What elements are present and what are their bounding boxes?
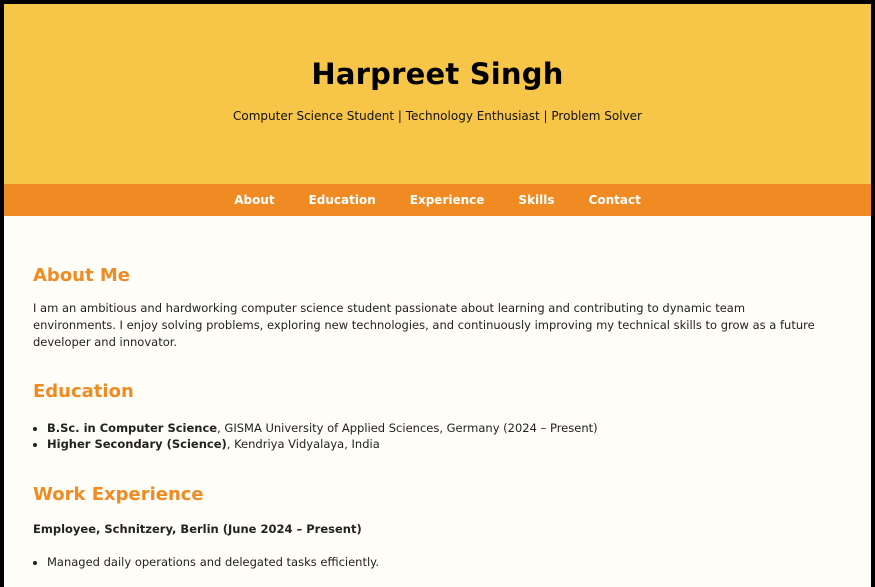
education-heading: Education [33, 381, 134, 402]
main-content: About Me I am an ambitious and hardworki… [4, 216, 871, 570]
task-item: Managed daily operations and delegated t… [47, 554, 842, 570]
about-section: About Me I am an ambitious and hardworki… [33, 216, 842, 351]
experience-section: Work Experience Employee, Schnitzery, Be… [33, 484, 842, 570]
about-heading: About Me [33, 265, 130, 286]
education-list: B.Sc. in Computer Science, GISMA Univers… [33, 420, 842, 452]
education-section: Education B.Sc. in Computer Science, GIS… [33, 381, 842, 452]
education-item: Higher Secondary (Science), Kendriya Vid… [47, 436, 842, 452]
nav-link-education[interactable]: Education [309, 193, 376, 207]
education-degree: Higher Secondary (Science) [47, 437, 227, 451]
nav-link-experience[interactable]: Experience [410, 193, 485, 207]
main-nav: About Education Experience Skills Contac… [4, 184, 871, 216]
education-detail: , Kendriya Vidyalaya, India [226, 437, 380, 451]
page-title: Harpreet Singh [311, 57, 564, 91]
tagline: Computer Science Student | Technology En… [232, 109, 642, 123]
browser-viewport: Harpreet Singh Computer Science Student … [4, 4, 871, 587]
about-text: I am an ambitious and hardworking comput… [33, 301, 815, 349]
education-degree: B.Sc. in Computer Science [47, 421, 218, 435]
experience-heading: Work Experience [33, 484, 204, 505]
nav-link-skills[interactable]: Skills [518, 193, 554, 207]
education-detail: , GISMA University of Applied Sciences, … [217, 421, 598, 435]
hero-header: Harpreet Singh Computer Science Student … [4, 4, 871, 184]
nav-link-about[interactable]: About [234, 193, 274, 207]
education-item: B.Sc. in Computer Science, GISMA Univers… [47, 420, 842, 436]
job-title: Employee, Schnitzery, Berlin (June 2024 … [33, 522, 362, 536]
task-list: Managed daily operations and delegated t… [33, 554, 842, 570]
nav-link-contact[interactable]: Contact [589, 193, 641, 207]
